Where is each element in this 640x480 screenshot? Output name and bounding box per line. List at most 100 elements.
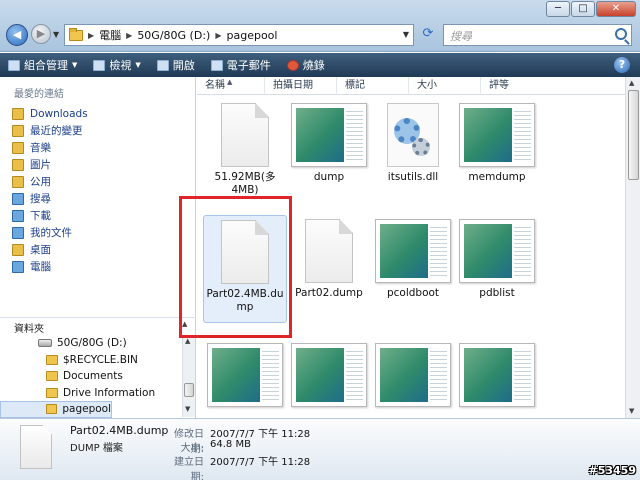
- thumbnail-icon: [459, 219, 535, 283]
- pane-splitter[interactable]: [0, 317, 196, 318]
- scroll-down-icon[interactable]: ▼: [185, 405, 190, 413]
- arrow-left-icon: ◀: [12, 28, 22, 41]
- folder-icon: [12, 175, 24, 188]
- chevron-right-icon[interactable]: ▶: [126, 31, 132, 40]
- sort-ascending-icon: ▲: [227, 78, 233, 86]
- close-button[interactable]: ✕: [596, 1, 636, 17]
- email-label: 電子郵件: [226, 59, 271, 72]
- thumbnail-icon: [291, 103, 367, 167]
- burn-disc-icon: [286, 59, 299, 71]
- arrow-right-icon: ▶: [36, 27, 46, 40]
- folders-label[interactable]: 資料夾: [14, 320, 44, 335]
- file-item[interactable]: [203, 343, 287, 407]
- scroll-thumb[interactable]: [628, 90, 639, 180]
- tree-label: Documents: [63, 370, 123, 383]
- file-item[interactable]: [371, 343, 455, 407]
- fav-item-pictures[interactable]: 圖片: [12, 156, 192, 173]
- column-label: 標記: [345, 80, 365, 91]
- folder-icon: [46, 404, 58, 415]
- organize-icon: [8, 59, 20, 71]
- tree-item-drive[interactable]: 50G/80G (D:): [0, 335, 180, 352]
- search-folder-icon: [12, 192, 24, 205]
- fav-label: 搜尋: [30, 193, 51, 205]
- thumbnail-icon: [459, 343, 535, 407]
- breadcrumb-pagepool[interactable]: pagepool: [226, 29, 277, 42]
- fav-item-search[interactable]: 搜尋: [12, 190, 192, 207]
- download-folder-icon: [12, 209, 24, 222]
- file-item[interactable]: [455, 343, 539, 407]
- fav-item-download[interactable]: 下載: [12, 207, 192, 224]
- navigation-pane: 最愛的連結 Downloads 最近的變更 音樂 圖片 公用 搜尋 下載 我的文…: [0, 77, 196, 418]
- chevron-right-icon[interactable]: ▶: [215, 31, 221, 40]
- details-size: 大小: 64.8 MB: [162, 439, 251, 454]
- file-item[interactable]: [287, 343, 371, 407]
- column-tags[interactable]: 標記: [337, 77, 409, 95]
- folder-tree-scrollbar[interactable]: ▲ ▼: [182, 335, 195, 417]
- file-item[interactable]: pcoldboot: [371, 219, 455, 300]
- column-date-taken[interactable]: 拍攝日期: [265, 77, 337, 95]
- refresh-icon[interactable]: ⟳: [418, 26, 438, 44]
- fav-item-music[interactable]: 音樂: [12, 139, 192, 156]
- burn-button[interactable]: 燒錄: [279, 53, 333, 77]
- file-name: Part02.dump: [295, 287, 363, 299]
- folder-icon: [12, 124, 24, 137]
- file-item[interactable]: memdump: [455, 103, 539, 184]
- help-button[interactable]: ?: [614, 57, 630, 73]
- breadcrumb-computer[interactable]: 電腦: [99, 27, 121, 43]
- views-icon: [93, 59, 106, 71]
- open-label: 開啟: [172, 59, 195, 72]
- tree-label: $RECYCLE.BIN: [63, 353, 138, 366]
- tree-item-drive-information[interactable]: Drive Information: [0, 385, 180, 402]
- email-button[interactable]: 電子郵件: [203, 53, 279, 77]
- views-button[interactable]: 檢視 ▼: [85, 53, 148, 77]
- scroll-thumb[interactable]: [184, 383, 194, 397]
- scroll-down-icon[interactable]: ▼: [629, 407, 634, 415]
- tree-item-documents[interactable]: Documents: [0, 368, 180, 385]
- column-size[interactable]: 大小: [409, 77, 481, 95]
- file-item[interactable]: 51.92MB(多4MB): [203, 103, 287, 197]
- details-file-name: Part02.4MB.dump: [70, 424, 169, 437]
- address-dropdown[interactable]: ▼: [403, 30, 409, 39]
- favorite-links-label: 最愛的連結: [14, 89, 64, 100]
- column-rating[interactable]: 評等: [481, 77, 553, 95]
- title-bar: ─ □ ✕ ◀ ▶ ▼ ▶ 電腦 ▶ 50G/80G (D:) ▶ pagepo…: [0, 0, 640, 52]
- column-label: 大小: [417, 80, 437, 91]
- fav-item-desktop[interactable]: 桌面: [12, 241, 192, 258]
- file-item[interactable]: itsutils.dll: [371, 103, 455, 184]
- file-list-scrollbar[interactable]: ▲ ▼: [625, 77, 640, 418]
- fav-label: 我的文件: [30, 227, 72, 239]
- column-name[interactable]: 名稱 ▲: [197, 77, 265, 95]
- gear-icon: [387, 103, 439, 167]
- recent-pages-dropdown[interactable]: ▼: [53, 30, 59, 39]
- folder-icon: [46, 371, 58, 382]
- fav-item-downloads[interactable]: Downloads: [12, 105, 192, 122]
- forward-button[interactable]: ▶: [31, 24, 51, 44]
- scroll-up-icon[interactable]: ▲: [185, 337, 190, 345]
- document-icon: [20, 425, 52, 469]
- search-input[interactable]: 搜尋: [443, 24, 632, 46]
- file-item[interactable]: pdblist: [455, 219, 539, 300]
- fav-item-documents[interactable]: 我的文件: [12, 224, 192, 241]
- tree-item-pagepool[interactable]: pagepool: [0, 401, 112, 418]
- chevron-right-icon[interactable]: ▶: [88, 31, 94, 40]
- organize-button[interactable]: 組合管理 ▼: [0, 53, 85, 77]
- search-icon[interactable]: [615, 28, 627, 40]
- breadcrumb-drive[interactable]: 50G/80G (D:): [137, 29, 210, 42]
- desktop-folder-icon: [12, 243, 24, 256]
- music-folder-icon: [12, 141, 24, 154]
- fav-item-computer[interactable]: 電腦: [12, 258, 192, 275]
- minimize-button[interactable]: ─: [546, 1, 570, 17]
- fav-item-recent[interactable]: 最近的變更: [12, 122, 192, 139]
- file-item[interactable]: dump: [287, 103, 371, 184]
- pictures-folder-icon: [12, 158, 24, 171]
- thumbnail-icon: [375, 343, 451, 407]
- tree-item-recycle[interactable]: $RECYCLE.BIN: [0, 352, 180, 369]
- maximize-button[interactable]: □: [571, 1, 595, 17]
- open-button[interactable]: 開啟: [149, 53, 203, 77]
- file-item[interactable]: Part02.dump: [287, 219, 371, 300]
- fav-item-public[interactable]: 公用: [12, 173, 192, 190]
- address-bar[interactable]: ▶ 電腦 ▶ 50G/80G (D:) ▶ pagepool ▼: [64, 24, 414, 46]
- details-pane: Part02.4MB.dump DUMP 檔案 修改日期: 2007/7/7 下…: [0, 418, 640, 480]
- back-button[interactable]: ◀: [6, 24, 28, 46]
- scroll-up-icon[interactable]: ▲: [629, 79, 634, 87]
